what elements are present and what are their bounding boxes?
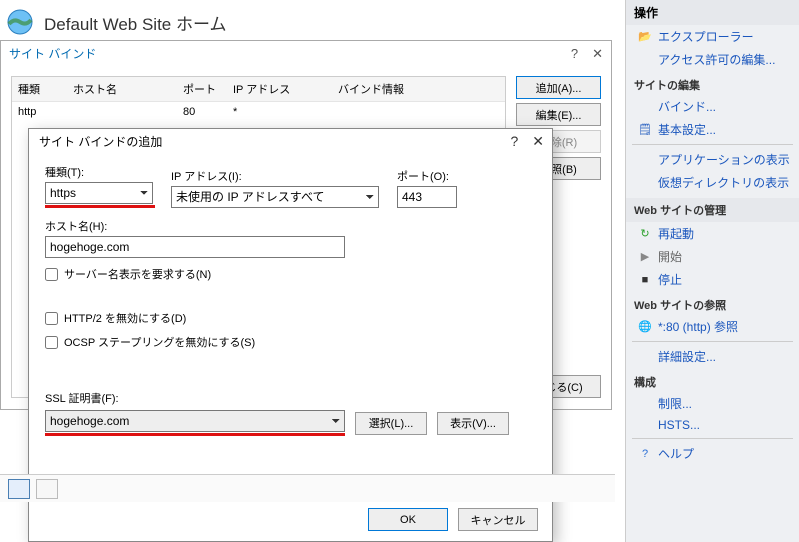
- site-bindings-title: サイト バインド: [9, 45, 96, 62]
- close-icon[interactable]: ✕: [532, 133, 544, 150]
- action-browse-80[interactable]: 🌐 *:80 (http) 参照: [626, 315, 799, 338]
- page-title: Default Web Site ホーム: [44, 10, 226, 35]
- sni-checkbox[interactable]: [45, 268, 58, 281]
- stop-icon: ■: [638, 274, 652, 286]
- help-icon[interactable]: ?: [571, 46, 578, 62]
- close-icon[interactable]: ✕: [592, 46, 603, 62]
- add-binding-title: サイト バインドの追加: [39, 133, 162, 150]
- action-edit-permissions[interactable]: アクセス許可の編集...: [626, 48, 799, 71]
- action-explore[interactable]: 📂 エクスプローラー: [626, 25, 799, 48]
- cell-port: 80: [177, 102, 227, 122]
- add-button[interactable]: 追加(A)...: [516, 76, 601, 99]
- ssl-view-button[interactable]: 表示(V)...: [437, 412, 509, 435]
- action-bindings[interactable]: バインド...: [626, 95, 799, 118]
- disable-ocsp-checkbox[interactable]: [45, 336, 58, 349]
- ok-button[interactable]: OK: [368, 508, 448, 531]
- port-label: ポート(O):: [397, 168, 467, 184]
- table-row[interactable]: http 80 *: [12, 102, 505, 122]
- action-restart[interactable]: ↻ 再起動: [626, 222, 799, 245]
- content-view-button[interactable]: [36, 479, 58, 499]
- group-manage-website: Web サイトの管理: [626, 198, 799, 222]
- actions-pane-title: 操作: [626, 0, 799, 25]
- cell-info: [332, 102, 505, 122]
- cell-type: http: [12, 102, 67, 122]
- disable-http2-label: HTTP/2 を無効にする(D): [64, 310, 186, 326]
- globe-icon: [6, 8, 34, 36]
- edit-button[interactable]: 編集(E)...: [516, 103, 601, 126]
- action-view-vdirs[interactable]: 仮想ディレクトリの表示: [626, 171, 799, 194]
- cancel-button[interactable]: キャンセル: [458, 508, 538, 531]
- ssl-cert-select[interactable]: hogehoge.com: [45, 410, 345, 432]
- browse-icon: 🌐: [638, 320, 652, 333]
- disable-ocsp-label: OCSP ステープリングを無効にする(S): [64, 334, 255, 350]
- folder-icon: 📂: [638, 30, 652, 43]
- view-switcher: [0, 474, 615, 502]
- sni-label: サーバー名表示を要求する(N): [64, 266, 211, 282]
- ip-select[interactable]: 未使用の IP アドレスすべて: [171, 186, 379, 208]
- action-stop[interactable]: ■ 停止: [626, 268, 799, 291]
- group-config: 構成: [626, 368, 799, 392]
- col-port[interactable]: ポート: [177, 77, 227, 101]
- help-icon: ?: [638, 448, 652, 460]
- action-start: ▶ 開始: [626, 245, 799, 268]
- note-icon: 🗒: [638, 123, 652, 136]
- restart-icon: ↻: [638, 227, 652, 240]
- action-basic-settings[interactable]: 🗒 基本設定...: [626, 118, 799, 141]
- action-help[interactable]: ? ヘルプ: [626, 442, 799, 465]
- features-view-button[interactable]: [8, 479, 30, 499]
- host-label: ホスト名(H):: [45, 218, 355, 234]
- port-input[interactable]: [397, 186, 457, 208]
- cell-host: [67, 102, 177, 122]
- disable-http2-checkbox[interactable]: [45, 312, 58, 325]
- host-input[interactable]: [45, 236, 345, 258]
- col-info[interactable]: バインド情報: [332, 77, 505, 101]
- action-view-apps[interactable]: アプリケーションの表示: [626, 148, 799, 171]
- page-header: Default Web Site ホーム: [0, 0, 625, 44]
- help-icon[interactable]: ?: [510, 133, 518, 150]
- cell-ip: *: [227, 102, 332, 122]
- type-select[interactable]: https: [45, 182, 153, 204]
- action-hsts[interactable]: HSTS...: [626, 415, 799, 435]
- group-browse: Web サイトの参照: [626, 291, 799, 315]
- col-type[interactable]: 種類: [12, 77, 67, 101]
- col-ip[interactable]: IP アドレス: [227, 77, 332, 101]
- ssl-label: SSL 証明書(F):: [45, 390, 536, 406]
- actions-pane: 操作 📂 エクスプローラー アクセス許可の編集... サイトの編集 バインド..…: [625, 0, 799, 542]
- group-edit-site: サイトの編集: [626, 71, 799, 95]
- col-host[interactable]: ホスト名: [67, 77, 177, 101]
- action-limits[interactable]: 制限...: [626, 392, 799, 415]
- play-icon: ▶: [638, 250, 652, 263]
- type-label: 種類(T):: [45, 164, 155, 180]
- action-advanced-settings[interactable]: 詳細設定...: [626, 345, 799, 368]
- ssl-select-button[interactable]: 選択(L)...: [355, 412, 427, 435]
- ip-label: IP アドレス(I):: [171, 168, 381, 184]
